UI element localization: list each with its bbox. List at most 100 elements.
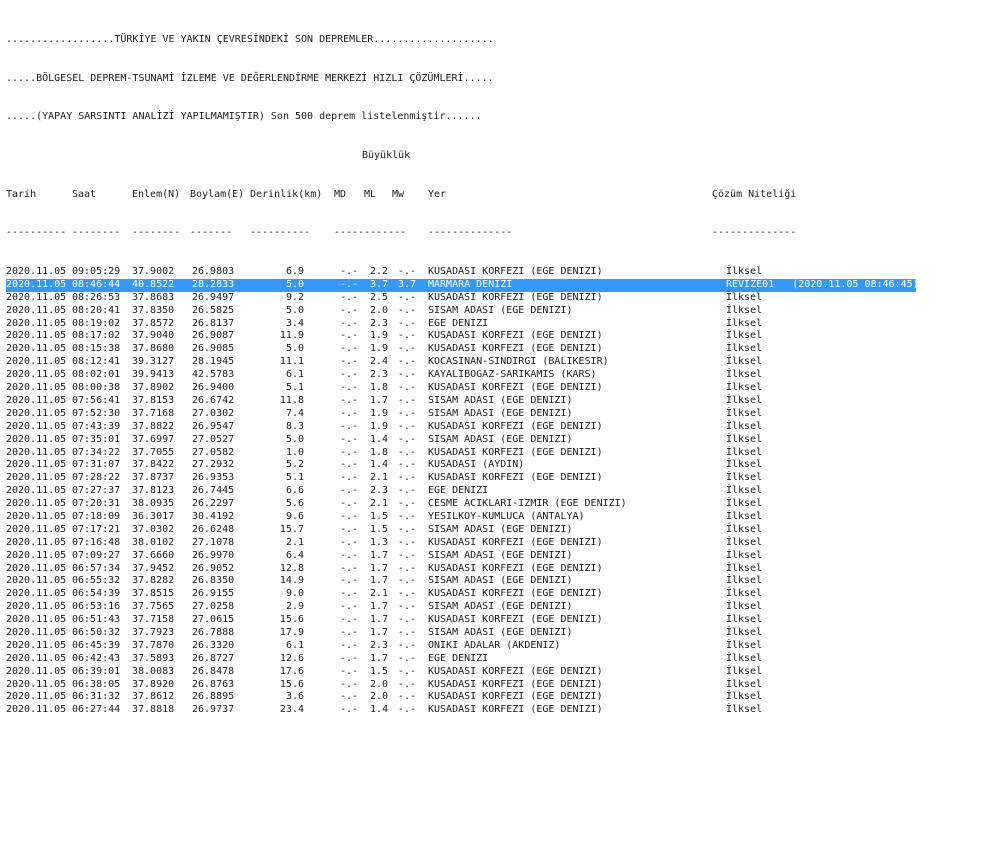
table-row[interactable]: 2020.11.05 08:12:41 39.3127 28.1945 11.1… (6, 356, 916, 369)
table-row[interactable]: 2020.11.05 09:05:29 37.9002 26.9803 6.9 … (6, 266, 916, 279)
cell-md: -.- (340, 433, 359, 445)
header-line-3: .....(YAPAY SARSINTI ANALİZİ YAPILMAMIŞT… (6, 111, 482, 123)
cell-mw: -.- (398, 304, 417, 316)
table-row[interactable]: 2020.11.05 06:42:43 37.5893 26.8727 12.6… (6, 653, 916, 666)
table-row[interactable]: 2020.11.05 08:46:44 40.8522 28.2833 5.0 … (6, 278, 919, 292)
table-row[interactable]: 2020.11.05 06:50:32 37.7923 26.7888 17.9… (6, 627, 916, 640)
cell-time: 07:43:39 (72, 420, 121, 432)
cell-md: -.- (340, 291, 359, 303)
cell-quality: İlksel (726, 691, 763, 703)
table-row[interactable]: 2020.11.05 06:27:44 37.8818 26.9737 23.4… (6, 704, 916, 717)
table-row[interactable]: 2020.11.05 07:34:22 37.7055 27.0582 1.0 … (6, 447, 916, 460)
cell-depth: 23.4 (279, 704, 304, 716)
table-row[interactable]: 2020.11.05 06:51:43 37.7158 27.0615 15.6… (6, 614, 916, 627)
cell-lon: 26.9970 (192, 549, 235, 561)
cell-lon: 26.9737 (192, 704, 235, 716)
cell-location: KUSADASI KORFEZI (EGE DENIZI) (428, 588, 603, 600)
table-row[interactable]: 2020.11.05 07:43:39 37.8822 26.9547 8.3 … (6, 421, 916, 434)
cell-location: MARMARA DENIZI (428, 278, 513, 290)
cell-md: -.- (340, 343, 359, 355)
cell-quality: İlksel (726, 549, 763, 561)
table-row[interactable]: 2020.11.05 08:19:02 37.8572 26.8137 3.4 … (6, 318, 916, 331)
cell-location: KUSADASI KORFEZI (EGE DENIZI) (428, 472, 603, 484)
cell-lon: 26.9547 (192, 420, 235, 432)
table-row[interactable]: 2020.11.05 07:20:31 38.0935 26.2297 5.6 … (6, 498, 916, 511)
table-row[interactable]: 2020.11.05 06:45:39 37.7870 26.3320 6.1 … (6, 640, 916, 653)
cell-md: -.- (340, 639, 359, 651)
col-quality: Çözüm Niteliği (712, 188, 797, 200)
cell-md: -.- (340, 356, 359, 368)
cell-lat: 37.8572 (132, 317, 175, 329)
table-row[interactable]: 2020.11.05 08:02:01 39.9413 42.5783 6.1 … (6, 369, 916, 382)
cell-lat: 37.9002 (132, 266, 175, 278)
table-row[interactable]: 2020.11.05 08:26:53 37.8683 26.9497 9.2 … (6, 292, 916, 305)
table-row[interactable]: 2020.11.05 08:20:41 37.8350 26.5825 5.0 … (6, 305, 916, 318)
cell-depth: 15.6 (279, 678, 304, 690)
table-row[interactable]: 2020.11.05 06:53:16 37.7565 27.0258 2.9 … (6, 601, 916, 614)
table-row[interactable]: 2020.11.05 06:54:39 37.8515 26.9155 9.0 … (6, 588, 916, 601)
cell-quality: İlksel (726, 665, 763, 677)
table-row[interactable]: 2020.11.05 07:16:48 38.0102 27.1078 2.1 … (6, 537, 916, 550)
cell-location: EGE DENIZI (428, 317, 489, 329)
cell-quality: İlksel (726, 626, 763, 638)
cell-lon: 30.4192 (192, 510, 235, 522)
table-row[interactable]: 2020.11.05 07:52:30 37.7168 27.0302 7.4 … (6, 408, 916, 421)
table-row[interactable]: 2020.11.05 07:28:22 37.8737 26.9353 5.1 … (6, 472, 916, 485)
table-row[interactable]: 2020.11.05 06:31:32 37.8612 26.8895 3.6 … (6, 691, 916, 704)
cell-ml: 2.0 (370, 304, 389, 316)
cell-depth: 6.6 (285, 485, 304, 497)
cell-depth: 5.0 (285, 278, 304, 290)
table-row[interactable]: 2020.11.05 07:27:37 37.8123 26.7445 6.6 … (6, 485, 916, 498)
cell-time: 07:56:41 (72, 394, 121, 406)
cell-lon: 26.7888 (192, 626, 235, 638)
cell-depth: 5.0 (285, 433, 304, 445)
cell-ml: 1.8 (370, 382, 389, 394)
cell-time: 07:34:22 (72, 446, 121, 458)
table-row[interactable]: 2020.11.05 06:55:32 37.8282 26.8350 14.9… (6, 575, 916, 588)
table-row[interactable]: 2020.11.05 07:31:07 37.8422 27.2932 5.2 … (6, 459, 916, 472)
cell-quality: REVIZE01 (2020.11.05 08:46:45) (726, 278, 919, 290)
cell-ml: 1.9 (370, 420, 389, 432)
cell-md: -.- (340, 626, 359, 638)
cell-ml: 2.0 (370, 691, 389, 703)
cell-location: KUSADASI KORFEZI (EGE DENIZI) (428, 614, 603, 626)
table-row[interactable]: 2020.11.05 07:35:01 37.6997 27.0527 5.0 … (6, 434, 916, 447)
cell-time: 08:17:02 (72, 330, 121, 342)
cell-depth: 6.9 (285, 266, 304, 278)
cell-ml: 2.3 (370, 639, 389, 651)
cell-lon: 26.9497 (192, 291, 235, 303)
cell-time: 06:27:44 (72, 704, 121, 716)
cell-lon: 26.9353 (192, 472, 235, 484)
cell-date: 2020.11.05 (6, 601, 67, 613)
cell-time: 06:50:32 (72, 626, 121, 638)
table-row[interactable]: 2020.11.05 07:09:27 37.6660 26.9970 6.4 … (6, 550, 916, 563)
table-row[interactable]: 2020.11.05 07:56:41 37.8153 26.6742 11.8… (6, 395, 916, 408)
table-row[interactable]: 2020.11.05 06:39:01 38.0083 26.8478 17.6… (6, 666, 916, 679)
table-row[interactable]: 2020.11.05 08:00:38 37.8902 26.9400 5.1 … (6, 382, 916, 395)
cell-depth: 3.6 (285, 691, 304, 703)
table-row[interactable]: 2020.11.05 07:18:09 36.3017 30.4192 9.6 … (6, 511, 916, 524)
cell-depth: 7.4 (285, 407, 304, 419)
cell-md: -.- (340, 498, 359, 510)
cell-date: 2020.11.05 (6, 407, 67, 419)
cell-depth: 5.1 (285, 382, 304, 394)
cell-time: 08:12:41 (72, 356, 121, 368)
cell-date: 2020.11.05 (6, 575, 67, 587)
cell-date: 2020.11.05 (6, 614, 67, 626)
col-ml: ML (364, 188, 377, 200)
cell-mw: -.- (398, 614, 417, 626)
cell-mw: -.- (398, 343, 417, 355)
cell-ml: 1.9 (370, 330, 389, 342)
earthquake-list: ..................TÜRKİYE VE YAKIN ÇEVRE… (6, 8, 919, 730)
table-row[interactable]: 2020.11.05 08:17:02 37.9040 26.9087 11.9… (6, 330, 916, 343)
cell-depth: 2.1 (285, 536, 304, 548)
cell-time: 06:42:43 (72, 652, 121, 664)
cell-mw: -.- (398, 433, 417, 445)
table-row[interactable]: 2020.11.05 06:57:34 37.9452 26.9052 12.8… (6, 563, 916, 576)
cell-lat: 37.8153 (132, 394, 175, 406)
table-row[interactable]: 2020.11.05 06:38:05 37.8920 26.8763 15.6… (6, 679, 916, 692)
cell-ml: 1.5 (370, 665, 389, 677)
cell-location: KUSADASI KORFEZI (EGE DENIZI) (428, 678, 603, 690)
table-row[interactable]: 2020.11.05 08:15:38 37.8680 26.9085 5.0 … (6, 343, 916, 356)
cell-mw: -.- (398, 652, 417, 664)
